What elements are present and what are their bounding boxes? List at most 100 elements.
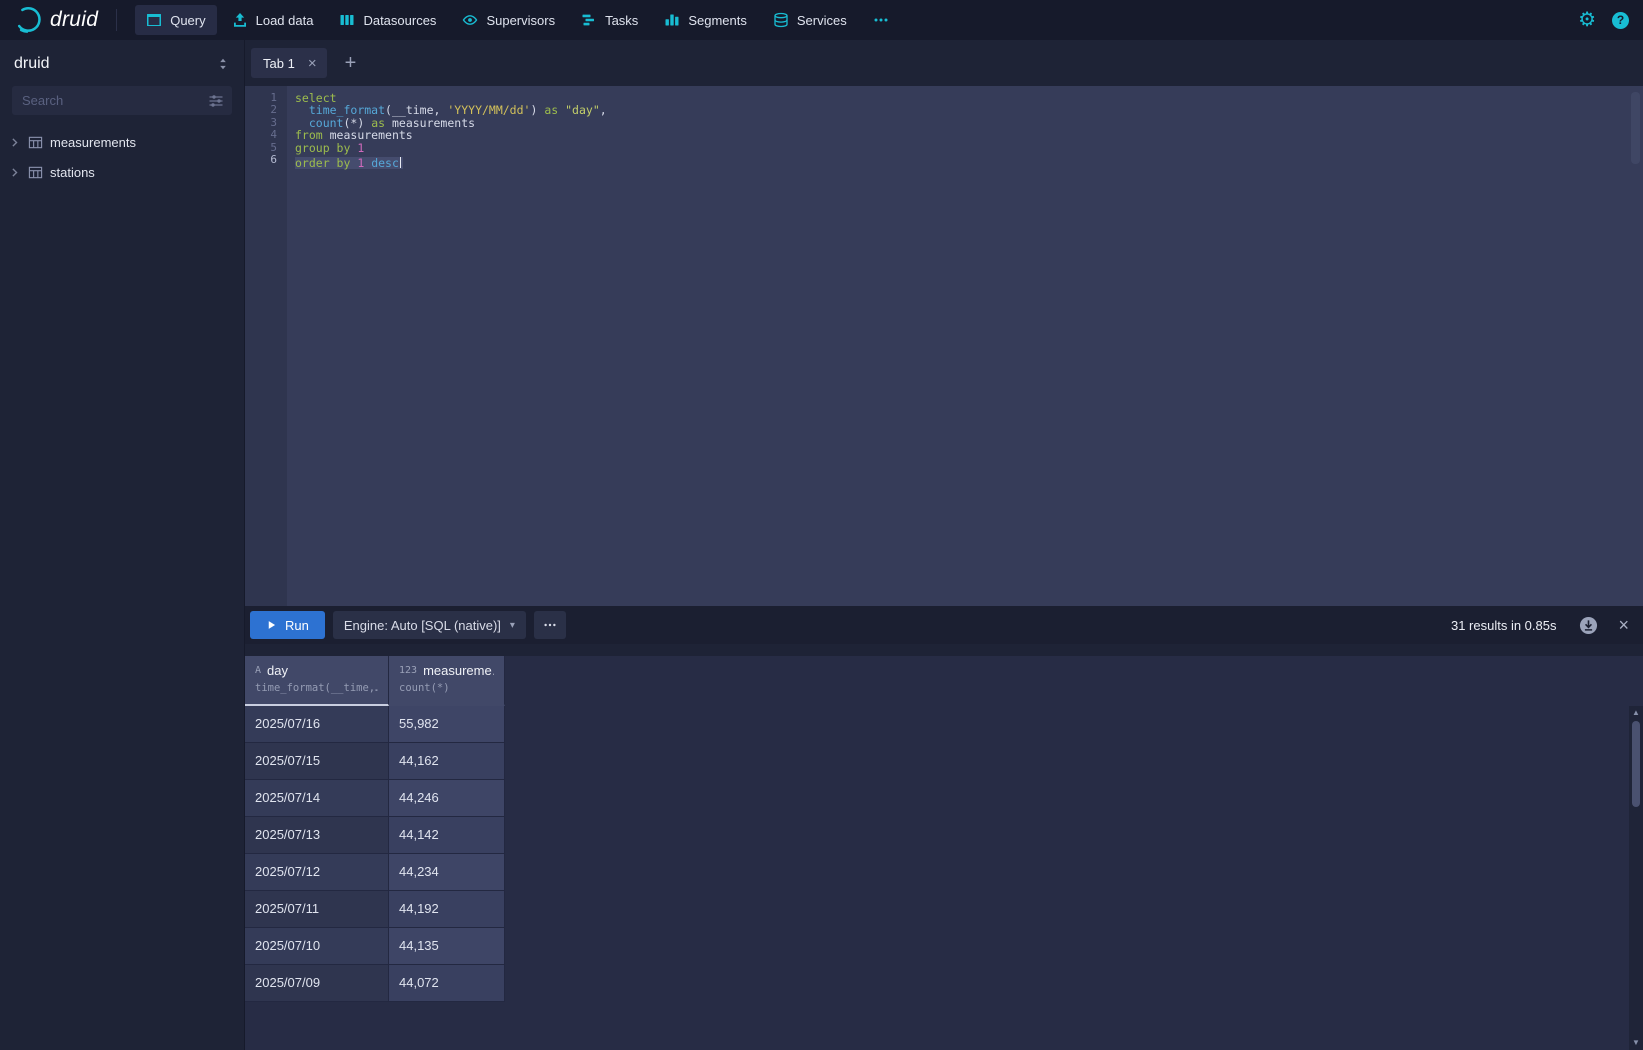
chevron-right-icon — [8, 136, 21, 149]
code-line[interactable]: from measurements — [295, 129, 1643, 141]
code-line[interactable]: group by 1 — [295, 142, 1643, 154]
nav-item-label: Supervisors — [486, 13, 555, 28]
cell-day[interactable]: 2025/07/12 — [245, 854, 389, 890]
search-box — [12, 86, 232, 115]
divider — [116, 9, 117, 31]
nav-item-label: Segments — [688, 13, 747, 28]
navbar-items: Query Load data Datasources Supervisors … — [135, 5, 900, 35]
line-number: 2 — [245, 104, 277, 116]
sql-editor[interactable]: 123456 select time_format(__time, 'YYYY/… — [245, 86, 1643, 606]
cell-measurements[interactable]: 44,135 — [389, 928, 505, 964]
nav-item-label: Tasks — [605, 13, 638, 28]
table-row: 2025/07/1655,982 — [245, 706, 505, 743]
druid-logo[interactable]: druid — [14, 6, 98, 34]
line-number-gutter: 123456 — [245, 86, 287, 606]
settings-gear-icon[interactable]: ⚙ — [1578, 10, 1596, 30]
run-bar: Run Engine: Auto [SQL (native)] ▾ 31 res… — [245, 606, 1643, 644]
table-row: 2025/07/0944,072 — [245, 965, 505, 1002]
search-input[interactable] — [22, 93, 208, 108]
add-tab-button[interactable]: + — [339, 53, 363, 73]
code-line[interactable]: time_format(__time, 'YYYY/MM/dd') as "da… — [295, 104, 1643, 116]
nav-item-more[interactable] — [862, 5, 900, 35]
engine-select[interactable]: Engine: Auto [SQL (native)] ▾ — [333, 611, 526, 639]
cell-day[interactable]: 2025/07/13 — [245, 817, 389, 853]
nav-item-supervisors[interactable]: Supervisors — [451, 5, 566, 35]
more-icon — [873, 12, 889, 28]
load-data-icon — [232, 12, 248, 28]
results-rows: 2025/07/1655,9822025/07/1544,1622025/07/… — [245, 706, 1643, 1002]
cell-measurements[interactable]: 44,162 — [389, 743, 505, 779]
table-icon — [28, 135, 43, 150]
results-summary: 31 results in 0.85s — [1451, 618, 1557, 633]
code-line[interactable]: count(*) as measurements — [295, 117, 1643, 129]
tab-bar: Tab 1 × + — [245, 40, 1643, 86]
nav-item-label: Load data — [256, 13, 314, 28]
sql-editor-code[interactable]: select time_format(__time, 'YYYY/MM/dd')… — [287, 86, 1643, 606]
nav-item-load-data[interactable]: Load data — [221, 5, 325, 35]
datasources-icon — [339, 12, 355, 28]
chevron-right-icon — [8, 166, 21, 179]
filter-icon[interactable] — [208, 93, 224, 109]
text-cursor — [400, 157, 401, 168]
play-icon — [266, 619, 277, 631]
nav-item-label: Query — [170, 13, 205, 28]
nav-item-services[interactable]: Services — [762, 5, 858, 35]
close-results-icon[interactable]: × — [1618, 616, 1629, 634]
table-row: 2025/07/1544,162 — [245, 743, 505, 780]
cell-day[interactable]: 2025/07/09 — [245, 965, 389, 1001]
tab-1[interactable]: Tab 1 × — [251, 48, 327, 78]
tree-item-label: stations — [50, 165, 95, 180]
services-icon — [773, 12, 789, 28]
scroll-down-icon[interactable]: ▼ — [1629, 1038, 1643, 1048]
datasource-sidebar: druid measurements — [0, 40, 245, 1050]
tree-item-stations[interactable]: stations — [0, 157, 244, 187]
column-expression: time_format(__time,… — [255, 682, 378, 694]
nav-item-tasks[interactable]: Tasks — [570, 5, 649, 35]
cell-measurements[interactable]: 44,246 — [389, 780, 505, 816]
line-number: 6 — [245, 154, 277, 166]
nav-item-datasources[interactable]: Datasources — [328, 5, 447, 35]
segments-icon — [664, 12, 680, 28]
column-name: measureme… — [423, 663, 494, 678]
help-icon[interactable]: ? — [1612, 12, 1629, 29]
tab-close-icon[interactable]: × — [308, 56, 317, 71]
cell-day[interactable]: 2025/07/15 — [245, 743, 389, 779]
cell-day[interactable]: 2025/07/16 — [245, 706, 389, 742]
string-type-icon: A — [255, 665, 261, 676]
table-row: 2025/07/1244,234 — [245, 854, 505, 891]
nav-item-label: Datasources — [363, 13, 436, 28]
nav-item-segments[interactable]: Segments — [653, 5, 758, 35]
tree-item-measurements[interactable]: measurements — [0, 127, 244, 157]
query-workbench: Tab 1 × + 123456 select time_format(__ti… — [245, 40, 1643, 1050]
navbar-right: ⚙ ? — [1578, 10, 1629, 30]
column-header-day[interactable]: A day time_format(__time,… — [245, 656, 389, 706]
cell-measurements[interactable]: 55,982 — [389, 706, 505, 742]
nav-item-query[interactable]: Query — [135, 5, 216, 35]
results-scrollbar[interactable]: ▲ ▼ — [1629, 706, 1643, 1050]
table-row: 2025/07/1444,246 — [245, 780, 505, 817]
editor-scrollbar-thumb[interactable] — [1631, 92, 1640, 164]
double-caret-icon[interactable] — [216, 56, 230, 72]
column-header-measurements[interactable]: 123 measureme… count(*) — [389, 656, 505, 706]
cell-measurements[interactable]: 44,234 — [389, 854, 505, 890]
cell-day[interactable]: 2025/07/14 — [245, 780, 389, 816]
table-row: 2025/07/1044,135 — [245, 928, 505, 965]
cell-day[interactable]: 2025/07/10 — [245, 928, 389, 964]
table-row: 2025/07/1344,142 — [245, 817, 505, 854]
number-type-icon: 123 — [399, 665, 417, 676]
run-button[interactable]: Run — [250, 611, 325, 639]
results-panel: A day time_format(__time,… 123 measureme… — [245, 644, 1643, 1050]
tree-item-label: measurements — [50, 135, 136, 150]
download-results-icon[interactable] — [1579, 616, 1598, 635]
app-body: druid measurements — [0, 40, 1643, 1050]
code-line[interactable]: order by 1 desc — [295, 157, 403, 169]
top-navbar: druid Query Load data Datasources Superv — [0, 0, 1643, 40]
cell-measurements[interactable]: 44,072 — [389, 965, 505, 1001]
supervisors-icon — [462, 12, 478, 28]
scrollbar-thumb[interactable] — [1632, 721, 1640, 807]
scroll-up-icon[interactable]: ▲ — [1629, 708, 1643, 718]
query-more-button[interactable] — [534, 611, 566, 639]
cell-measurements[interactable]: 44,142 — [389, 817, 505, 853]
cell-measurements[interactable]: 44,192 — [389, 891, 505, 927]
cell-day[interactable]: 2025/07/11 — [245, 891, 389, 927]
